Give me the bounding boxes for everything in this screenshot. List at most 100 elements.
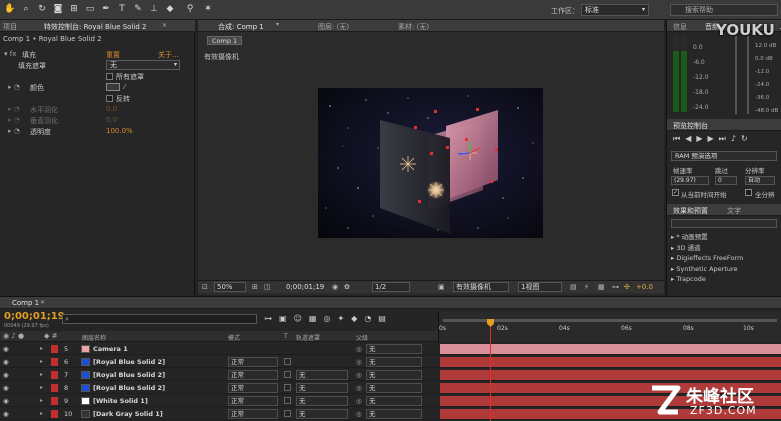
preserve-transparency-checkbox[interactable]: [284, 358, 291, 365]
stopwatch-icon[interactable]: ▸ ◔: [8, 127, 20, 135]
loop-icon[interactable]: ↻: [741, 134, 753, 143]
clone-tool-icon[interactable]: ⊥: [148, 3, 160, 16]
layer-duration-bar[interactable]: [440, 370, 781, 380]
layer-name[interactable]: [Dark Gray Solid 1]: [93, 410, 163, 418]
all-masks-checkbox[interactable]: [106, 73, 113, 80]
snapshot-icon[interactable]: ◉: [332, 283, 338, 291]
prev-frame-icon[interactable]: ◀: [685, 134, 696, 143]
col-source-name[interactable]: 图层名称: [82, 333, 106, 342]
magnification-select[interactable]: 50%: [214, 282, 246, 292]
play-icon[interactable]: ▶: [696, 134, 707, 143]
audio-toggle-icon[interactable]: ♪: [731, 134, 741, 143]
layer-name[interactable]: [White Solid 1]: [93, 397, 148, 405]
parent-select[interactable]: 无: [366, 357, 422, 367]
layer-name[interactable]: [Royal Blue Solid 2]: [93, 384, 165, 392]
eraser-tool-icon[interactable]: ◆: [164, 3, 176, 16]
track-matte-select[interactable]: 无: [296, 396, 348, 406]
rotate-tool-icon[interactable]: ↻: [36, 3, 48, 16]
eye-icon[interactable]: ◉: [3, 397, 9, 405]
blend-mode-select[interactable]: 正常: [228, 409, 278, 419]
layer-name[interactable]: Camera 1: [93, 345, 128, 353]
table-row[interactable]: ◉ ▸ 6 [Royal Blue Solid 2] 正常 ◎ 无: [0, 356, 781, 368]
close-icon[interactable]: ✕: [40, 299, 45, 306]
col-mode[interactable]: 模式: [228, 333, 240, 342]
list-item[interactable]: ▸ Trapcode: [671, 274, 743, 285]
draft-3d-icon[interactable]: ▣: [279, 314, 294, 323]
timeline-search-input[interactable]: ⌕: [62, 314, 257, 324]
graph-editor-icon[interactable]: ◔: [364, 314, 378, 323]
pick-whip-icon[interactable]: ◎: [356, 397, 362, 405]
col-parent[interactable]: 父级: [356, 333, 368, 342]
audio-slider-track[interactable]: [747, 36, 749, 114]
comp-tab-chip[interactable]: Comp 1: [207, 36, 243, 45]
eye-icon[interactable]: ◉: [3, 410, 9, 418]
track-matte-select[interactable]: 无: [296, 409, 348, 419]
expand-arrow-icon[interactable]: ▸: [40, 410, 43, 417]
camera-view-select[interactable]: 有效摄像机: [453, 282, 509, 292]
ram-preview-select[interactable]: RAM 预演选项: [671, 151, 777, 161]
camera-tool-icon[interactable]: ◙: [52, 3, 64, 16]
mask-tool-icon[interactable]: ▭: [84, 3, 96, 16]
pick-whip-icon[interactable]: ◎: [356, 384, 362, 392]
brush-tool-icon[interactable]: ✎: [132, 3, 144, 16]
v-feather-value[interactable]: 0.0: [106, 116, 117, 124]
preserve-transparency-checkbox[interactable]: [284, 397, 291, 404]
resolution-select-preview[interactable]: 自动: [745, 176, 775, 185]
auto-keyframe-icon[interactable]: ◆: [351, 314, 364, 323]
table-row[interactable]: ◉ ▸ 5 Camera 1 ◎ 无: [0, 343, 781, 355]
pick-whip-icon[interactable]: ◎: [356, 410, 362, 418]
parent-select[interactable]: 无: [366, 396, 422, 406]
workspace-select[interactable]: 标准 ▾: [581, 4, 649, 16]
eyedropper-icon[interactable]: ⁄: [124, 83, 125, 91]
tab-preview[interactable]: 预览控制台: [673, 121, 708, 131]
tab-timeline-comp[interactable]: Comp 1: [12, 299, 39, 307]
tab-info[interactable]: 信息: [673, 22, 687, 32]
list-item[interactable]: ▸ * 动画预置: [671, 232, 743, 243]
label-color[interactable]: [51, 397, 58, 405]
invert-checkbox[interactable]: [106, 95, 113, 102]
track-matte-select[interactable]: 无: [296, 383, 348, 393]
next-frame-icon[interactable]: ▶: [708, 134, 719, 143]
label-color[interactable]: [51, 345, 58, 353]
color-swatch[interactable]: [106, 83, 120, 91]
preserve-transparency-checkbox[interactable]: [284, 371, 291, 378]
opacity-value[interactable]: 100.0%: [106, 127, 133, 135]
about-button[interactable]: 关于...: [158, 50, 179, 60]
frame-rate-select[interactable]: (29.97): [671, 176, 709, 185]
fill-mask-select[interactable]: 无 ▾: [106, 60, 180, 70]
view-layout-select[interactable]: 1视图: [518, 282, 562, 292]
fast-preview-icon[interactable]: ⚡: [584, 283, 589, 291]
expand-arrow-icon[interactable]: ▸: [40, 371, 43, 378]
resolution-select[interactable]: 1/2: [372, 282, 410, 292]
fx-icon[interactable]: ▾ fx: [4, 50, 16, 58]
hand-tool-icon[interactable]: ✋: [4, 3, 16, 16]
composition-viewer[interactable]: [318, 88, 543, 238]
layer-duration-bar[interactable]: [440, 357, 781, 367]
blend-mode-select[interactable]: 正常: [228, 383, 278, 393]
expand-arrow-icon[interactable]: ▸: [40, 345, 43, 352]
eye-icon[interactable]: ◉: [3, 358, 9, 366]
puppet-tool-icon[interactable]: ✶: [202, 3, 214, 16]
parent-select[interactable]: 无: [366, 409, 422, 419]
tab-project[interactable]: 项目: [3, 22, 17, 32]
expand-arrow-icon[interactable]: ▸: [40, 397, 43, 404]
h-feather-value[interactable]: 0.0: [106, 105, 117, 113]
list-item[interactable]: ▸ Digieffects FreeForm: [671, 253, 743, 264]
timeline-icon[interactable]: ▦: [598, 283, 605, 291]
parent-select[interactable]: 无: [366, 344, 422, 354]
tab-layer[interactable]: 图层: (无): [318, 22, 349, 32]
tab-effects-presets[interactable]: 效果和预置: [673, 206, 708, 216]
exposure-icon[interactable]: ✣: [624, 283, 630, 291]
parent-select[interactable]: 无: [366, 383, 422, 393]
stopwatch-icon[interactable]: ▸ ◔: [8, 83, 20, 91]
shy-layers-icon[interactable]: ☺: [294, 314, 309, 323]
help-search-input[interactable]: 搜索帮助: [670, 4, 778, 16]
reset-button[interactable]: 重置: [106, 50, 120, 60]
pen-tool-icon[interactable]: ✒: [100, 3, 112, 16]
skip-select[interactable]: 0: [715, 176, 737, 185]
label-color[interactable]: [51, 358, 58, 366]
full-screen-checkbox[interactable]: [745, 189, 752, 196]
layer-name[interactable]: [Royal Blue Solid 2]: [93, 358, 165, 366]
type-tool-icon[interactable]: T: [116, 3, 128, 16]
always-preview-icon[interactable]: ⊡: [202, 283, 208, 291]
